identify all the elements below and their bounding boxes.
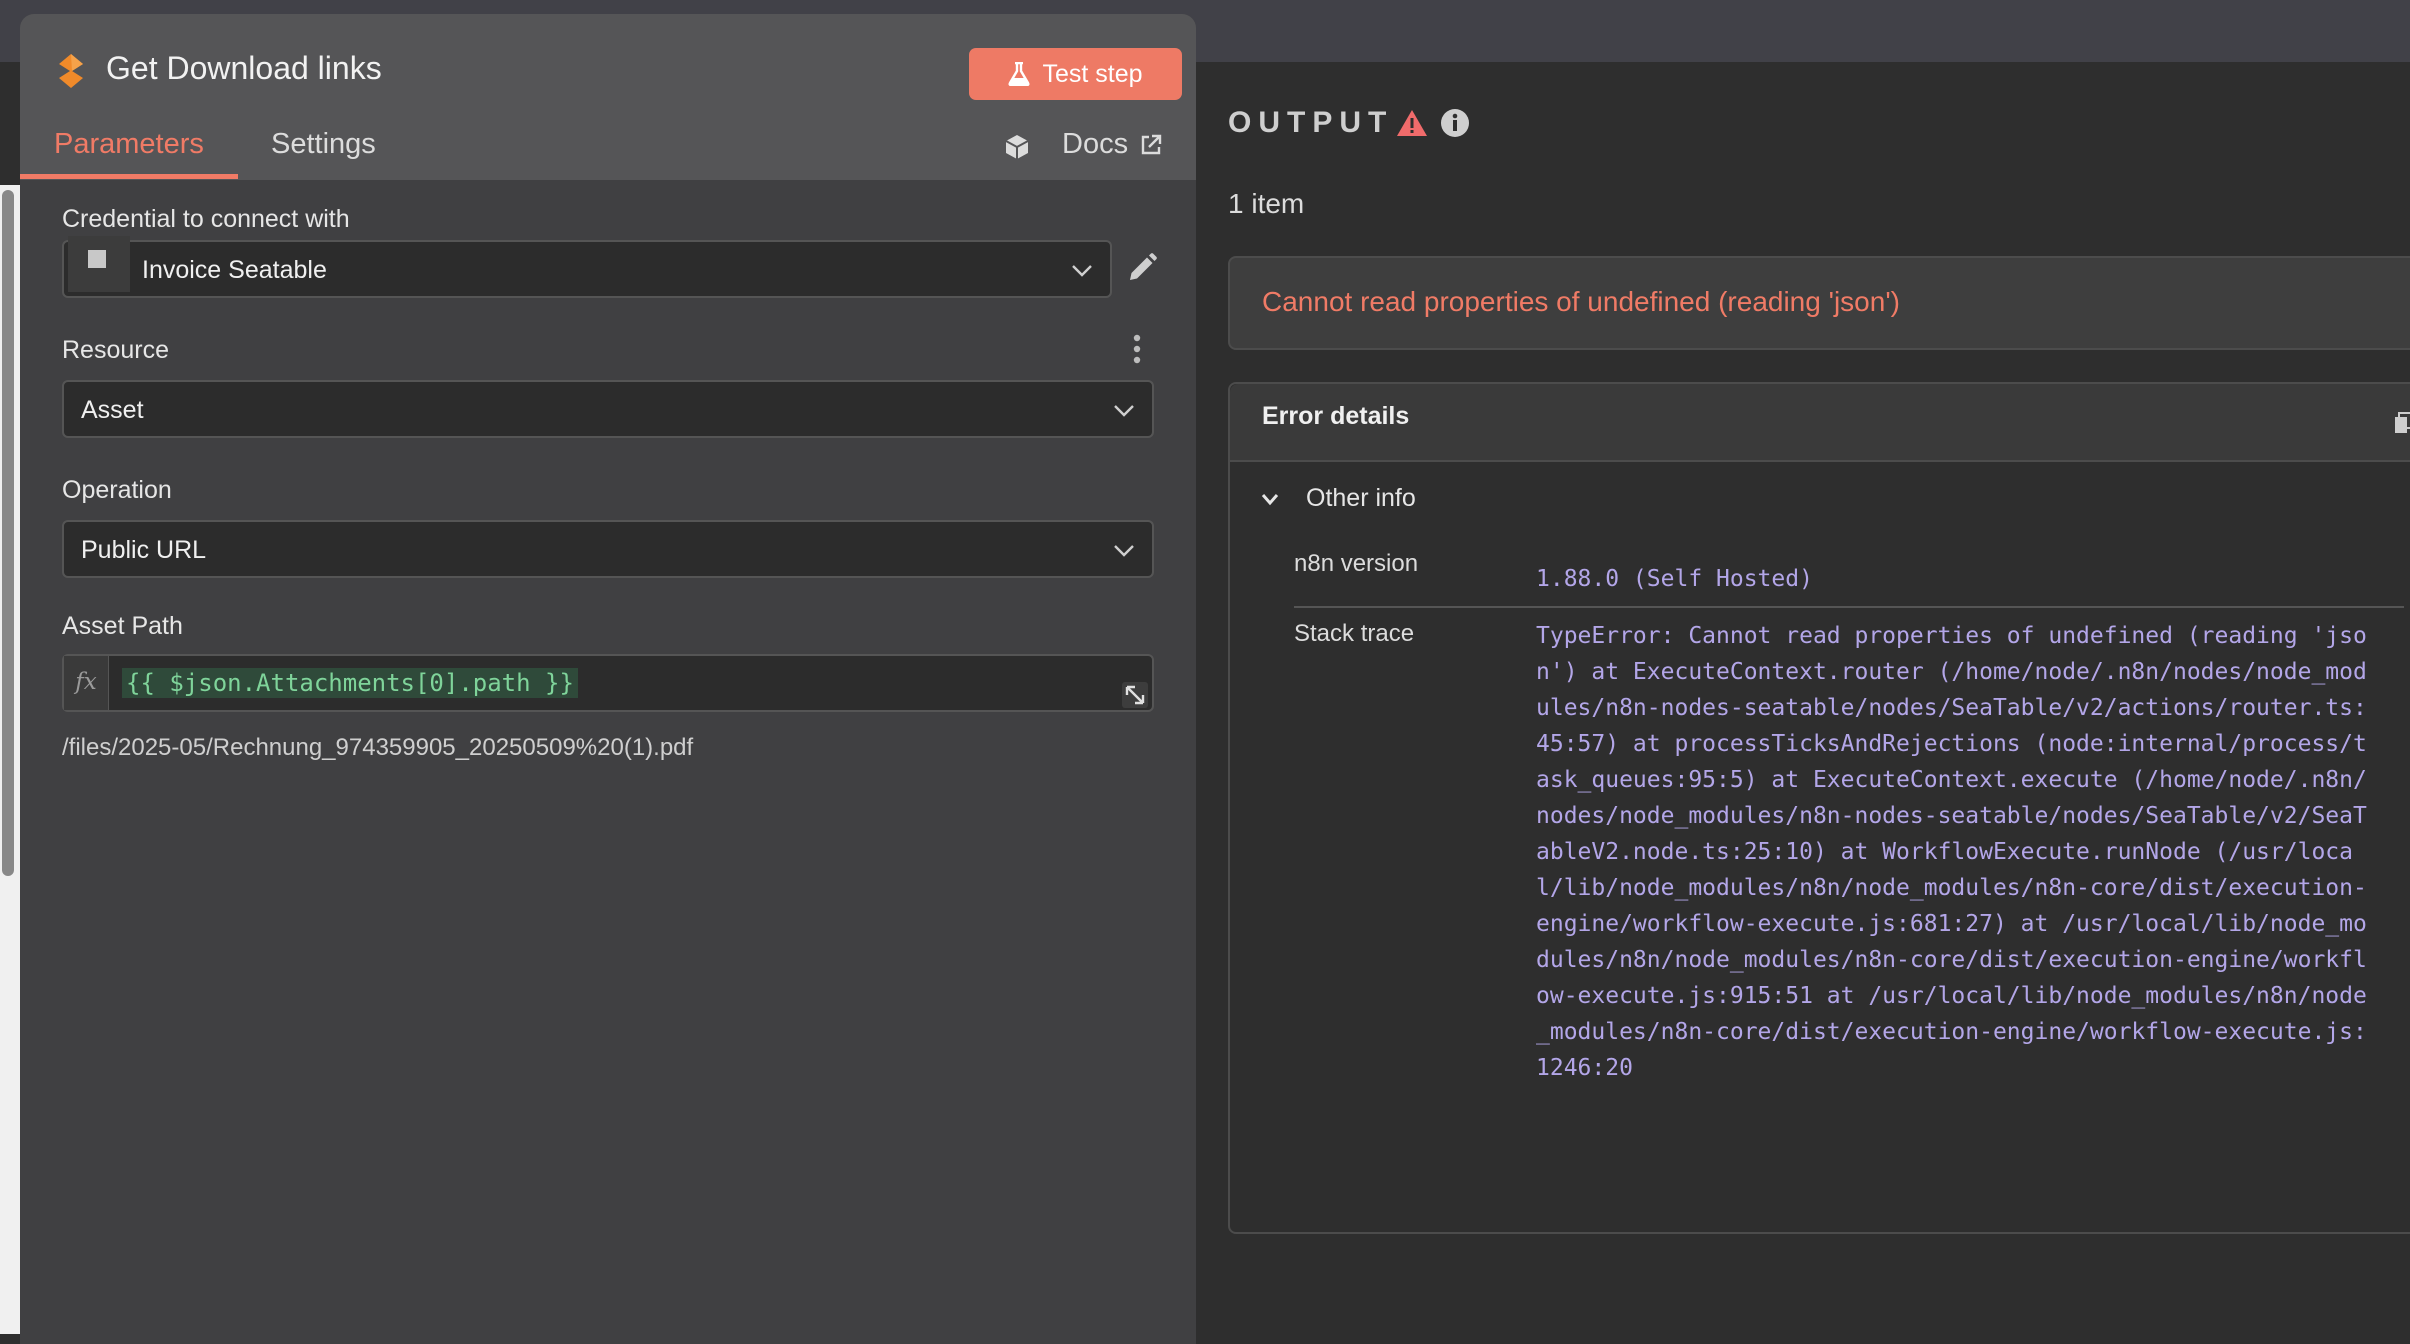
other-info-toggle[interactable]: Other info xyxy=(1306,484,1416,513)
version-label: n8n version xyxy=(1294,550,1419,577)
output-title: OUTPUT xyxy=(1228,106,1394,139)
chevron-down-icon xyxy=(1114,545,1134,557)
cube-icon[interactable] xyxy=(1004,133,1030,161)
copy-icon[interactable] xyxy=(2394,412,2410,434)
credential-select[interactable]: Invoice Seatable xyxy=(62,236,1112,298)
external-link-icon[interactable] xyxy=(1140,134,1162,156)
error-message: Cannot read properties of undefined (rea… xyxy=(1262,286,1900,317)
resource-select[interactable]: Asset xyxy=(62,380,1154,438)
asset-path-expression-input[interactable]: fx {{ $json.Attachments[0].path }} xyxy=(62,654,1154,712)
stack-trace-value: TypeError: Cannot read properties of und… xyxy=(1536,623,2367,1081)
chevron-down-icon xyxy=(1072,265,1092,277)
asset-path-label: Asset Path xyxy=(62,612,183,640)
test-step-button[interactable]: Test step xyxy=(969,48,1182,100)
credential-label: Credential to connect with xyxy=(62,205,350,233)
active-tab-indicator xyxy=(20,174,238,179)
tab-parameters[interactable]: Parameters xyxy=(54,128,204,161)
error-details-header: Error details xyxy=(1230,384,2410,462)
node-settings-panel: Get Download links Test step Parameters … xyxy=(20,14,1196,1344)
credential-value: Invoice Seatable xyxy=(142,256,327,284)
error-details-panel: Error details Other info n8n version 1.8… xyxy=(1228,382,2410,1234)
operation-label: Operation xyxy=(62,476,172,504)
fx-badge: fx xyxy=(64,656,109,710)
resource-label: Resource xyxy=(62,336,169,364)
version-value: 1.88.0 (Self Hosted) xyxy=(1536,566,1813,592)
chevron-down-icon xyxy=(1114,405,1134,417)
input-pane-scrollbar[interactable] xyxy=(2,190,14,876)
credential-type-badge xyxy=(68,236,130,292)
flask-icon xyxy=(1008,62,1030,86)
error-details-title: Error details xyxy=(1262,402,1410,430)
resource-value: Asset xyxy=(81,396,144,424)
node-title[interactable]: Get Download links xyxy=(106,50,382,87)
item-count: 1 item xyxy=(1228,188,1305,219)
chevron-down-icon[interactable] xyxy=(1260,490,1280,508)
expand-icon[interactable] xyxy=(1122,682,1148,708)
info-icon[interactable] xyxy=(1440,108,1470,138)
seatable-node-icon xyxy=(59,54,83,88)
operation-value: Public URL xyxy=(81,536,207,564)
expression-text: {{ $json.Attachments[0].path }} xyxy=(122,668,578,698)
tab-settings[interactable]: Settings xyxy=(271,128,376,161)
stack-trace-label: Stack trace xyxy=(1294,620,1415,647)
warning-icon xyxy=(1397,110,1427,136)
error-banner: Cannot read properties of undefined (rea… xyxy=(1228,256,2410,350)
test-step-label: Test step xyxy=(1042,59,1143,88)
row-divider xyxy=(1294,606,2404,608)
pencil-icon[interactable] xyxy=(1126,252,1158,284)
expression-result: /files/2025-05/Rechnung_974359905_202505… xyxy=(62,734,694,761)
vertical-dots-icon[interactable] xyxy=(1132,334,1142,364)
docs-link[interactable]: Docs xyxy=(1062,128,1128,161)
operation-select[interactable]: Public URL xyxy=(62,520,1154,578)
